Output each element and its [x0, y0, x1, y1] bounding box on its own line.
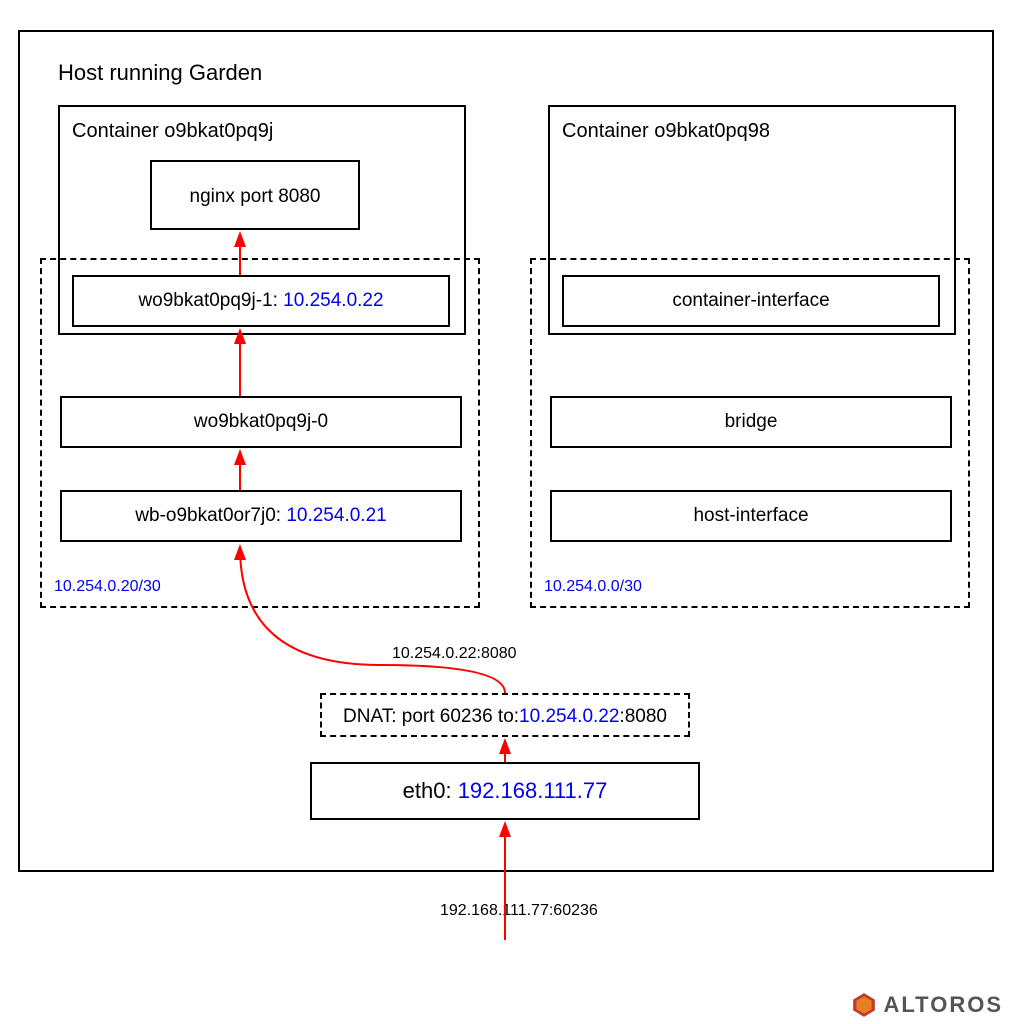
eth0-ip: 192.168.111.77: [458, 778, 608, 803]
left-hostif-text: wb-o9bkat0or7j0: 10.254.0.21: [60, 505, 462, 527]
nginx-label: nginx port 8080: [150, 186, 360, 208]
brand-text: ALTOROS: [883, 992, 1003, 1018]
host-title: Host running Garden: [58, 60, 262, 86]
left-iface-text: wo9bkat0pq9j-1: 10.254.0.22: [72, 290, 450, 312]
right-subnet-label: 10.254.0.0/30: [544, 578, 642, 596]
left-hostif-ip: 10.254.0.21: [286, 505, 386, 526]
entry-label: 192.168.111.77:60236: [440, 902, 598, 920]
dnat-pre: DNAT: port 60236 to:: [343, 706, 519, 727]
dnat-ip: 10.254.0.22: [519, 706, 619, 727]
right-bridge-label: bridge: [550, 411, 952, 433]
left-subnet-label: 10.254.0.20/30: [54, 578, 161, 596]
left-bridge-label: wo9bkat0pq9j-0: [60, 411, 462, 433]
left-container-title: Container o9bkat0pq9j: [72, 120, 273, 143]
brand-logo: ALTOROS: [851, 992, 1003, 1018]
dnat-post: :8080: [619, 706, 667, 727]
left-iface-label: wo9bkat0pq9j-1:: [138, 290, 283, 311]
diagram-canvas: Host running Garden Container o9bkat0pq9…: [0, 0, 1013, 1024]
hexagon-icon: [851, 992, 877, 1018]
right-hostif-label: host-interface: [550, 505, 952, 527]
left-hostif-label: wb-o9bkat0or7j0:: [135, 505, 286, 526]
eth0-text: eth0: 192.168.111.77: [310, 778, 700, 804]
right-container-title: Container o9bkat0pq98: [562, 120, 770, 143]
routing-upper-label: 10.254.0.22:8080: [392, 645, 517, 663]
dnat-text: DNAT: port 60236 to:10.254.0.22:8080: [320, 706, 690, 728]
eth0-label: eth0:: [403, 778, 458, 803]
left-iface-ip: 10.254.0.22: [283, 290, 383, 311]
right-iface-label: container-interface: [562, 290, 940, 312]
